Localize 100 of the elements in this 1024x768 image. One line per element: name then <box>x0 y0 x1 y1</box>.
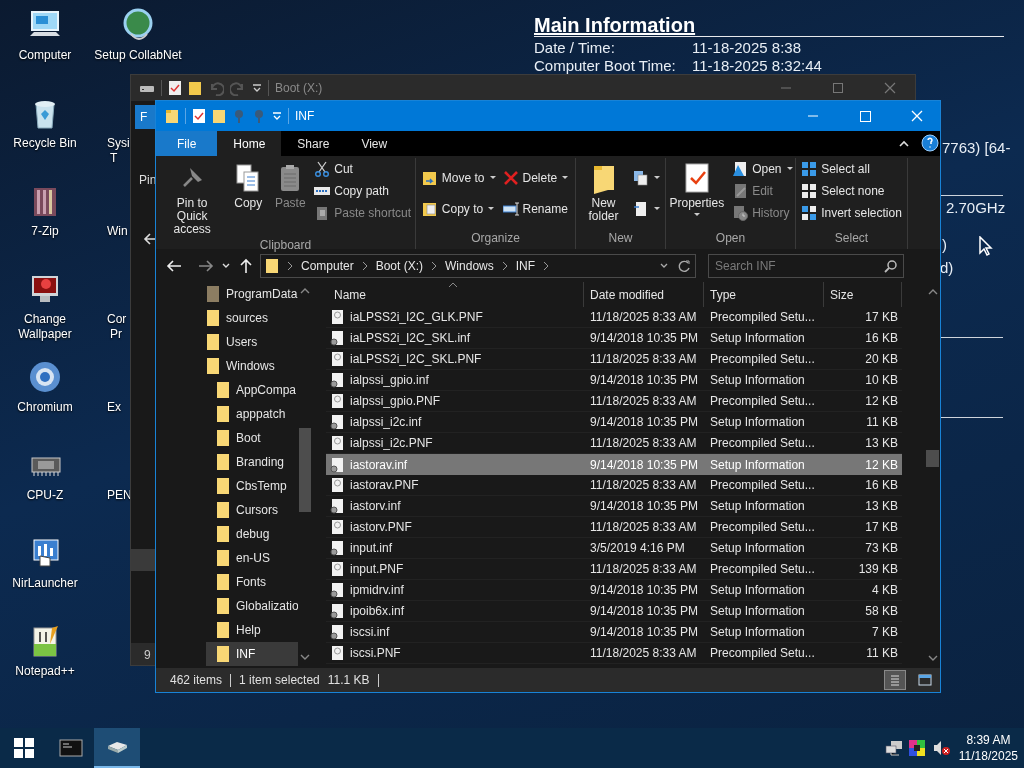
address-bar[interactable]: Computer Boot (X:) Windows INF <box>260 253 696 278</box>
file-name: ipmidrv.inf <box>350 582 404 599</box>
file-row[interactable]: iastorav.inf 9/14/2018 10:35 PM Setup Information 12 KB <box>326 454 902 475</box>
desktop-icon-label[interactable]: Notepad++ <box>3 664 87 679</box>
file-row[interactable]: iastorav.PNF 11/18/2025 8:33 AM Precompiled Setu... 16 KB <box>326 475 902 496</box>
file-row[interactable]: ialpssi_gpio.inf 9/14/2018 10:35 PM Setup Information 10 KB <box>326 370 902 391</box>
breadcrumb-link[interactable]: Windows <box>445 256 494 275</box>
ribbon-button[interactable]: Cut <box>314 158 411 180</box>
file-row[interactable]: iastorv.PNF 11/18/2025 8:33 AM Precompiled Setu... 17 KB <box>326 517 902 538</box>
ribbon-button[interactable]: Rename <box>502 198 570 221</box>
ribbon-button[interactable]: Pin to Quick access <box>160 158 225 236</box>
folder-tree-item[interactable]: AppCompa <box>206 378 298 402</box>
file-name: iastorv.inf <box>350 498 401 515</box>
table-cell-text: 11/18/2025 8:33 AM <box>589 645 698 662</box>
desktop-icon-label[interactable]: Cor <box>107 312 127 327</box>
breadcrumb-link[interactable]: Computer <box>301 256 354 275</box>
scrollbar-thumb[interactable] <box>926 450 939 467</box>
file-name: ialpssi_gpio.PNF <box>350 393 441 410</box>
ribbon-button[interactable]: Delete <box>502 166 570 189</box>
back-arrow-icon[interactable] <box>166 257 182 274</box>
file-row[interactable]: input.inf 3/5/2019 4:16 PM Setup Information 73 KB <box>326 538 902 559</box>
forward-arrow-icon[interactable] <box>198 257 214 274</box>
ribbon-button[interactable]: Select all <box>801 158 902 180</box>
search-icon[interactable] <box>884 258 898 273</box>
folder-tree-item[interactable]: CbsTemp <box>206 474 298 498</box>
folder-tree-item[interactable]: apppatch <box>206 402 298 426</box>
refresh-icon[interactable] <box>677 257 691 274</box>
desktop-icon-label[interactable]: Recycle Bin <box>3 136 87 151</box>
ribbon-button[interactable]: Copy to <box>421 198 497 221</box>
folder-tree-item[interactable]: Boot <box>206 426 298 450</box>
folder-icon <box>216 525 230 543</box>
ribbon-group-label: Open <box>715 230 746 247</box>
file-row[interactable]: iaLPSS2i_I2C_GLK.PNF 11/18/2025 8:33 AM Precompiled Setu... 17 KB <box>326 307 902 328</box>
folder-tree-item[interactable]: en-US <box>206 546 298 570</box>
file-row[interactable]: ipoib6x.inf 9/14/2018 10:35 PM Setup Information 58 KB <box>326 601 902 622</box>
desktop-icon-label[interactable]: CPU-Z <box>3 488 87 503</box>
ribbon-button[interactable]: Select none <box>801 180 902 202</box>
color-palette-icon[interactable] <box>908 740 925 756</box>
page-icon <box>633 201 649 218</box>
folder-tree-item[interactable]: sources <box>206 306 298 330</box>
ribbon-tab[interactable]: Home <box>217 131 282 156</box>
column-header[interactable]: Type <box>704 282 824 307</box>
table-cell-text: 12 KB <box>864 393 898 410</box>
desktop-icon-label[interactable]: Computer <box>3 48 87 63</box>
folder-tree-item[interactable]: Fonts <box>206 570 298 594</box>
ribbon-button[interactable]: Move to <box>421 166 497 189</box>
file-row[interactable]: ipmidrv.inf 9/14/2018 10:35 PM Setup Information 4 KB <box>326 580 902 601</box>
ribbon-tab[interactable]: F <box>135 105 157 129</box>
desktop-icon-label[interactable]: Setup CollabNet <box>94 48 182 63</box>
folder-tree-item[interactable]: Help <box>206 618 298 642</box>
file-row[interactable]: iastorv.inf 9/14/2018 10:35 PM Setup Information 13 KB <box>326 496 902 517</box>
desktop-icon-label[interactable]: 7-Zip <box>3 224 87 239</box>
taskbar-app-button[interactable] <box>94 728 140 768</box>
ribbon-tab[interactable]: File <box>156 131 218 156</box>
file-row[interactable]: ialpssi_i2c.inf 9/14/2018 10:35 PM Setup Information 11 KB <box>326 412 902 433</box>
folder-tree-item[interactable]: Cursors <box>206 498 298 522</box>
file-row[interactable]: iaLPSS2i_I2C_SKL.inf 9/14/2018 10:35 PM Setup Information 16 KB <box>326 328 902 349</box>
scrollbar-thumb[interactable] <box>299 428 311 512</box>
desktop-icon-label[interactable]: NirLauncher <box>3 576 87 591</box>
column-header[interactable]: Size <box>824 282 902 307</box>
ribbon-button[interactable]: Invert selection <box>801 202 902 224</box>
search-field[interactable]: Search INF <box>708 253 904 278</box>
breadcrumb-link[interactable]: INF <box>515 256 536 275</box>
folder-icon <box>206 357 220 375</box>
ribbon-button[interactable]: Copy path <box>314 180 411 202</box>
desktop-icon-label[interactable]: Sysi <box>107 136 130 151</box>
desktop-icon-label[interactable]: T <box>107 151 118 166</box>
folder-tree-item[interactable]: INF <box>206 642 298 666</box>
breadcrumb-link[interactable]: Boot (X:) <box>375 256 424 275</box>
folder-tree-item[interactable]: ProgramData <box>206 282 298 306</box>
table-cell-text: 58 KB <box>864 603 898 620</box>
network-icon[interactable] <box>884 740 903 756</box>
desktop-icon-label[interactable]: Ex <box>107 400 121 415</box>
file-row[interactable]: iscsi.PNF 11/18/2025 8:33 AM Precompiled Setu... 11 KB <box>326 643 902 664</box>
desktop-icon-label[interactable]: Win <box>107 224 128 239</box>
column-header[interactable]: Date modified <box>584 282 704 307</box>
folder-tree-item[interactable]: Globalizatio <box>206 594 298 618</box>
desktop-icon-label[interactable]: Chromium <box>3 400 87 415</box>
details-view-button[interactable] <box>884 670 906 690</box>
desktop-icon-label[interactable]: Change Wallpaper <box>3 312 87 342</box>
status-text: 9 <box>144 647 151 664</box>
file-row[interactable]: iscsi.inf 9/14/2018 10:35 PM Setup Information 7 KB <box>326 622 902 643</box>
column-header[interactable]: Name <box>326 282 584 307</box>
file-row[interactable]: input.PNF 11/18/2025 8:33 AM Precompiled Setu... 139 KB <box>326 559 902 580</box>
folder-tree-item[interactable]: debug <box>206 522 298 546</box>
desktop-icon-label[interactable]: Pr <box>107 327 122 342</box>
file-row[interactable]: ialpssi_gpio.PNF 11/18/2025 8:33 AM Precompiled Setu... 12 KB <box>326 391 902 412</box>
speaker-muted-icon[interactable] <box>932 740 951 756</box>
ribbon-button[interactable]: Copy <box>230 158 267 210</box>
ribbon-button[interactable]: New folder <box>580 158 627 223</box>
clock[interactable]: 8:39 AM 11/18/2025 <box>958 732 1024 764</box>
up-arrow-icon[interactable] <box>238 257 254 274</box>
globe-icon <box>121 8 155 42</box>
folder-tree-item[interactable]: Windows <box>206 354 298 378</box>
back-arrow-icon[interactable] <box>143 232 157 246</box>
file-row[interactable]: iaLPSS2i_I2C_SKL.PNF 11/18/2025 8:33 AM Precompiled Setu... 20 KB <box>326 349 902 370</box>
ribbon-button[interactable]: Open <box>732 158 794 180</box>
folder-tree-item[interactable]: Users <box>206 330 298 354</box>
ribbon-button[interactable]: Properties <box>667 158 727 218</box>
folder-tree-item[interactable]: Branding <box>206 450 298 474</box>
